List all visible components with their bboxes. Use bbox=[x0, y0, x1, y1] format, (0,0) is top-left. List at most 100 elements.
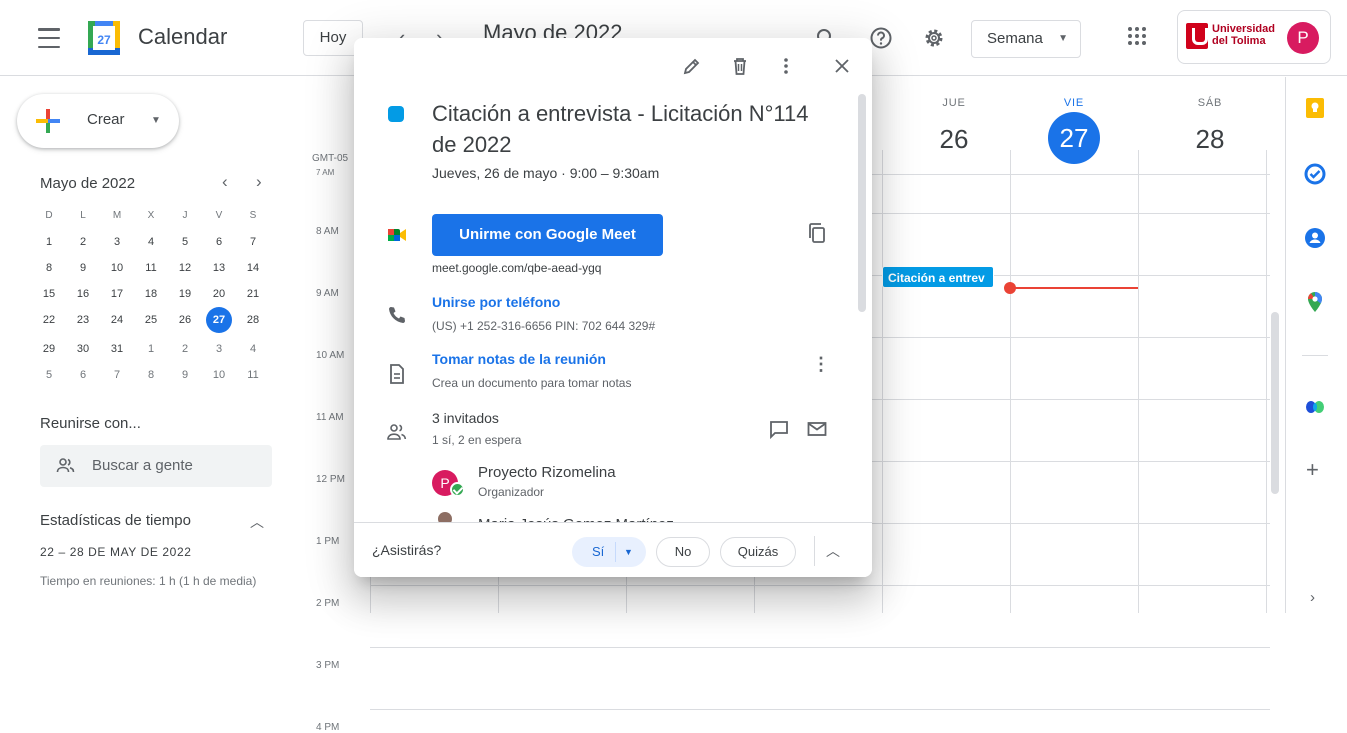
mini-calendar-day[interactable]: 5 bbox=[168, 232, 202, 252]
contacts-icon[interactable] bbox=[1304, 227, 1326, 249]
mini-calendar-day[interactable]: 20 bbox=[202, 284, 236, 304]
rsvp-divider bbox=[814, 536, 815, 566]
hour-label: 11 AM bbox=[316, 412, 344, 423]
search-people-input[interactable]: Buscar a gente bbox=[40, 445, 272, 487]
mini-calendar-day[interactable]: 7 bbox=[100, 365, 134, 385]
mini-calendar-day[interactable]: 27 bbox=[206, 307, 232, 333]
mini-calendar-day[interactable]: 19 bbox=[168, 284, 202, 304]
mini-next-month-button[interactable]: › bbox=[256, 172, 262, 192]
current-time-line bbox=[1010, 287, 1138, 289]
grid-scrollbar[interactable] bbox=[1271, 312, 1279, 494]
notes-more-icon[interactable]: ⋮ bbox=[812, 354, 830, 375]
mini-calendar-day[interactable]: 9 bbox=[168, 365, 202, 385]
mini-calendar-day[interactable]: 8 bbox=[32, 258, 66, 278]
chevron-up-icon[interactable]: ︿ bbox=[826, 541, 840, 561]
weekday-label: J bbox=[182, 210, 188, 221]
mini-calendar-day[interactable]: 4 bbox=[236, 339, 270, 359]
mini-calendar-day[interactable]: 16 bbox=[66, 284, 100, 304]
email-icon[interactable] bbox=[806, 418, 828, 440]
more-options-icon[interactable] bbox=[774, 54, 798, 78]
mini-calendar-day[interactable]: 6 bbox=[202, 232, 236, 252]
mini-calendar-day[interactable]: 8 bbox=[134, 365, 168, 385]
event-chip[interactable]: Citación a entrev bbox=[882, 266, 994, 288]
weekday-label: L bbox=[80, 210, 86, 221]
mini-calendar-day[interactable]: 29 bbox=[32, 339, 66, 359]
mini-calendar-day[interactable]: 3 bbox=[100, 232, 134, 252]
mini-calendar-day[interactable]: 24 bbox=[100, 310, 134, 330]
close-icon[interactable] bbox=[830, 54, 854, 78]
chevron-up-icon[interactable]: ︿ bbox=[250, 512, 264, 532]
mini-calendar-day[interactable]: 28 bbox=[236, 310, 270, 330]
chevron-right-icon[interactable]: › bbox=[1310, 589, 1315, 606]
people-icon bbox=[56, 456, 76, 476]
rail-divider bbox=[1302, 355, 1328, 356]
webex-icon[interactable] bbox=[1304, 395, 1326, 417]
mini-calendar-day[interactable]: 30 bbox=[66, 339, 100, 359]
mini-calendar-day[interactable]: 2 bbox=[66, 232, 100, 252]
mini-prev-month-button[interactable]: ‹ bbox=[222, 172, 228, 192]
apps-icon[interactable] bbox=[1128, 27, 1146, 45]
mini-calendar-day[interactable]: 1 bbox=[134, 339, 168, 359]
mini-calendar-day[interactable]: 15 bbox=[32, 284, 66, 304]
day-header-date[interactable]: 26 bbox=[924, 124, 984, 155]
app-name: Calendar bbox=[138, 24, 228, 49]
join-by-phone-link[interactable]: Unirse por teléfono bbox=[432, 294, 560, 310]
mini-calendar-day[interactable]: 3 bbox=[202, 339, 236, 359]
join-meet-button[interactable]: Unirme con Google Meet bbox=[432, 214, 663, 256]
mini-calendar-day[interactable]: 25 bbox=[134, 310, 168, 330]
mini-calendar-day[interactable]: 6 bbox=[66, 365, 100, 385]
mini-calendar-day[interactable]: 11 bbox=[134, 258, 168, 278]
maps-icon[interactable] bbox=[1304, 291, 1326, 313]
time-insights-title: Estadísticas de tiempo bbox=[40, 512, 191, 529]
hour-label: 1 PM bbox=[316, 536, 340, 547]
mini-calendar-day[interactable]: 26 bbox=[168, 310, 202, 330]
mini-calendar-day[interactable]: 7 bbox=[236, 232, 270, 252]
mini-calendar-day[interactable]: 11 bbox=[236, 365, 270, 385]
day-header-date[interactable]: 28 bbox=[1180, 124, 1240, 155]
mini-calendar-day[interactable]: 23 bbox=[66, 310, 100, 330]
caret-down-icon: ▼ bbox=[151, 115, 161, 126]
caret-down-icon[interactable]: ▼ bbox=[624, 537, 633, 567]
add-addon-icon[interactable]: + bbox=[1306, 457, 1319, 483]
mini-calendar-day[interactable]: 31 bbox=[100, 339, 134, 359]
tasks-icon[interactable] bbox=[1304, 163, 1326, 185]
take-notes-detail: Crea un documento para tomar notas bbox=[432, 376, 632, 390]
help-icon[interactable] bbox=[869, 26, 893, 50]
mini-calendar-day[interactable]: 17 bbox=[100, 284, 134, 304]
guests-count: 3 invitados bbox=[432, 410, 499, 426]
mini-calendar-day[interactable]: 10 bbox=[100, 258, 134, 278]
rsvp-yes-button[interactable]: Sí ▼ bbox=[572, 537, 646, 567]
mini-calendar-day[interactable]: 14 bbox=[236, 258, 270, 278]
mini-calendar-day[interactable]: 22 bbox=[32, 310, 66, 330]
mini-calendar-day[interactable]: 5 bbox=[32, 365, 66, 385]
account-avatar[interactable]: P bbox=[1287, 22, 1319, 54]
rsvp-yes-label: Sí bbox=[592, 544, 605, 559]
mini-calendar-day[interactable]: 4 bbox=[134, 232, 168, 252]
mini-calendar-day[interactable]: 13 bbox=[202, 258, 236, 278]
settings-icon[interactable] bbox=[922, 26, 946, 50]
mini-calendar-day[interactable]: 2 bbox=[168, 339, 202, 359]
create-button[interactable]: Crear ▼ bbox=[17, 94, 179, 148]
mini-calendar-day[interactable]: 21 bbox=[236, 284, 270, 304]
rsvp-no-button[interactable]: No bbox=[656, 537, 710, 567]
caret-down-icon: ▼ bbox=[1058, 33, 1068, 44]
mini-calendar-day[interactable]: 9 bbox=[66, 258, 100, 278]
day-column-divider bbox=[1266, 150, 1267, 613]
mini-calendar-day[interactable]: 18 bbox=[134, 284, 168, 304]
popover-scrollbar[interactable] bbox=[858, 94, 866, 312]
chat-icon[interactable] bbox=[768, 418, 790, 440]
menu-icon[interactable] bbox=[38, 28, 60, 48]
mini-calendar-day[interactable]: 10 bbox=[202, 365, 236, 385]
mini-calendar-day[interactable]: 12 bbox=[168, 258, 202, 278]
day-header-date-today[interactable]: 27 bbox=[1048, 112, 1100, 164]
rsvp-maybe-button[interactable]: Quizás bbox=[720, 537, 796, 567]
hour-label: 2 PM bbox=[316, 598, 340, 609]
delete-icon[interactable] bbox=[728, 54, 752, 78]
guests-icon bbox=[386, 421, 408, 443]
copy-icon[interactable] bbox=[806, 222, 828, 244]
view-selector[interactable]: Semana ▼ bbox=[971, 20, 1081, 58]
edit-icon[interactable] bbox=[680, 54, 704, 78]
mini-calendar-day[interactable]: 1 bbox=[32, 232, 66, 252]
take-notes-link[interactable]: Tomar notas de la reunión bbox=[432, 351, 606, 367]
keep-icon[interactable] bbox=[1304, 97, 1326, 119]
